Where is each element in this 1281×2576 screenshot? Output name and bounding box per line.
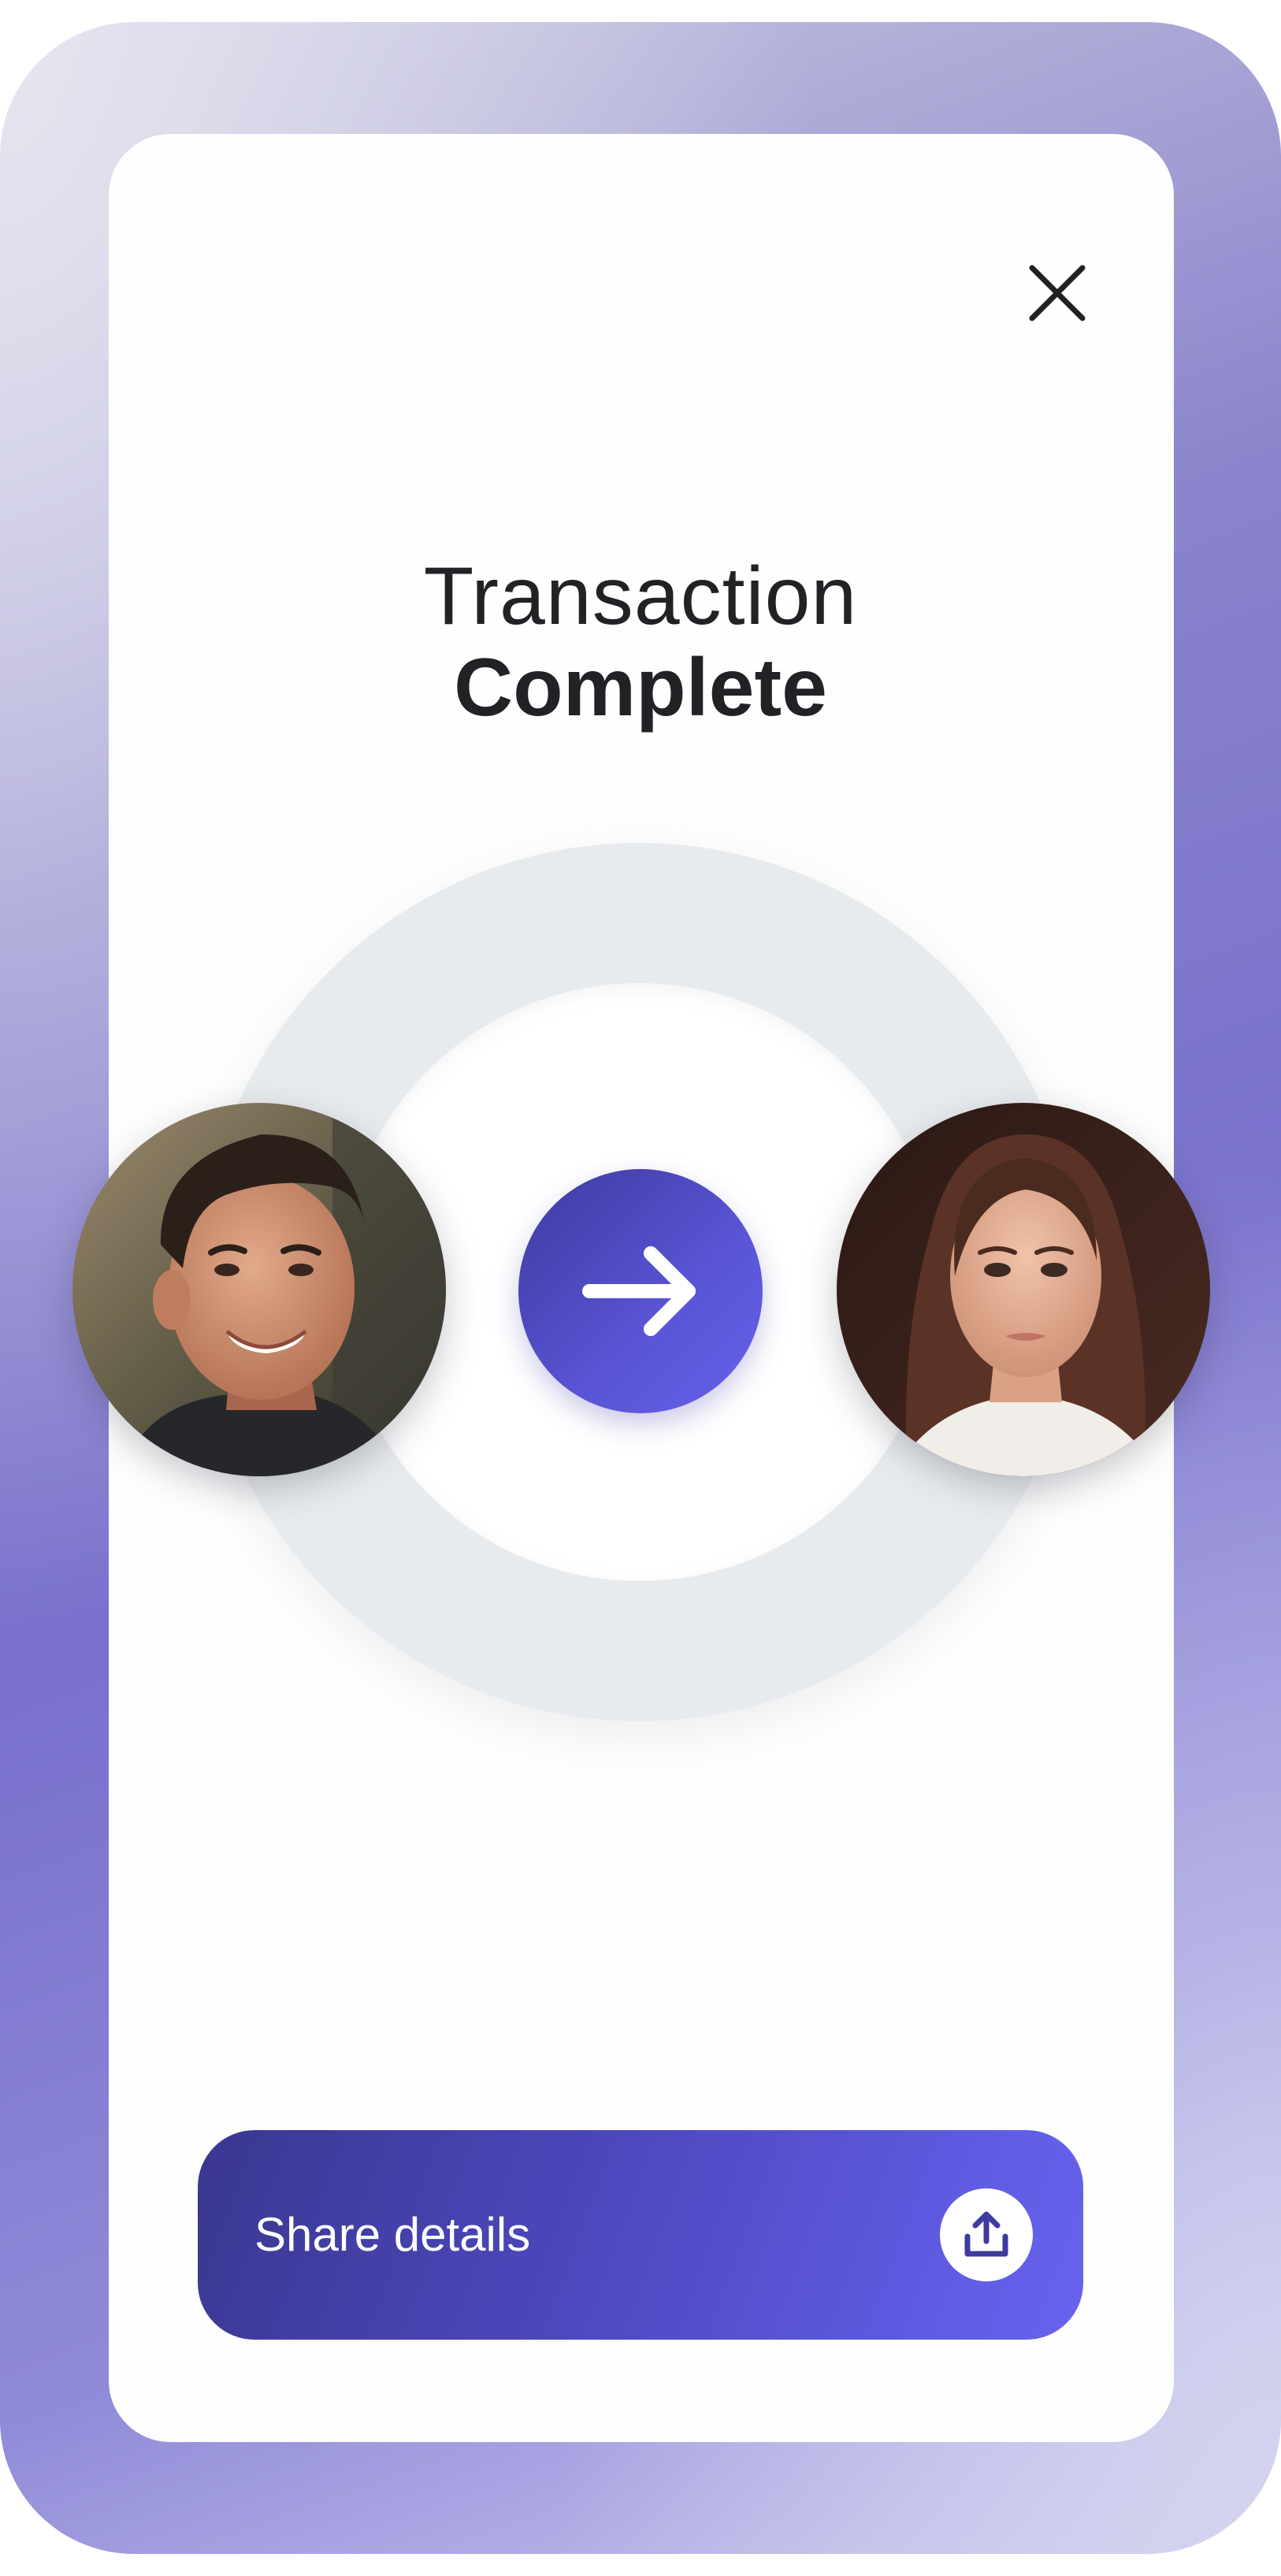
- share-details-button[interactable]: Share details: [198, 2130, 1083, 2340]
- share-details-label: Share details: [254, 2208, 531, 2261]
- close-icon: [1029, 265, 1086, 321]
- title-line-1: Transaction: [423, 551, 858, 642]
- transfer-direction-button[interactable]: [518, 1169, 763, 1413]
- recipient-avatar: [837, 1103, 1210, 1476]
- close-button[interactable]: [1024, 260, 1090, 326]
- title-line-2: Complete: [454, 642, 827, 734]
- arrow-right-icon: [582, 1246, 696, 1336]
- upload-share-icon: [940, 2188, 1033, 2281]
- page-title: Transaction Complete: [0, 551, 1281, 733]
- sender-avatar: [72, 1103, 446, 1476]
